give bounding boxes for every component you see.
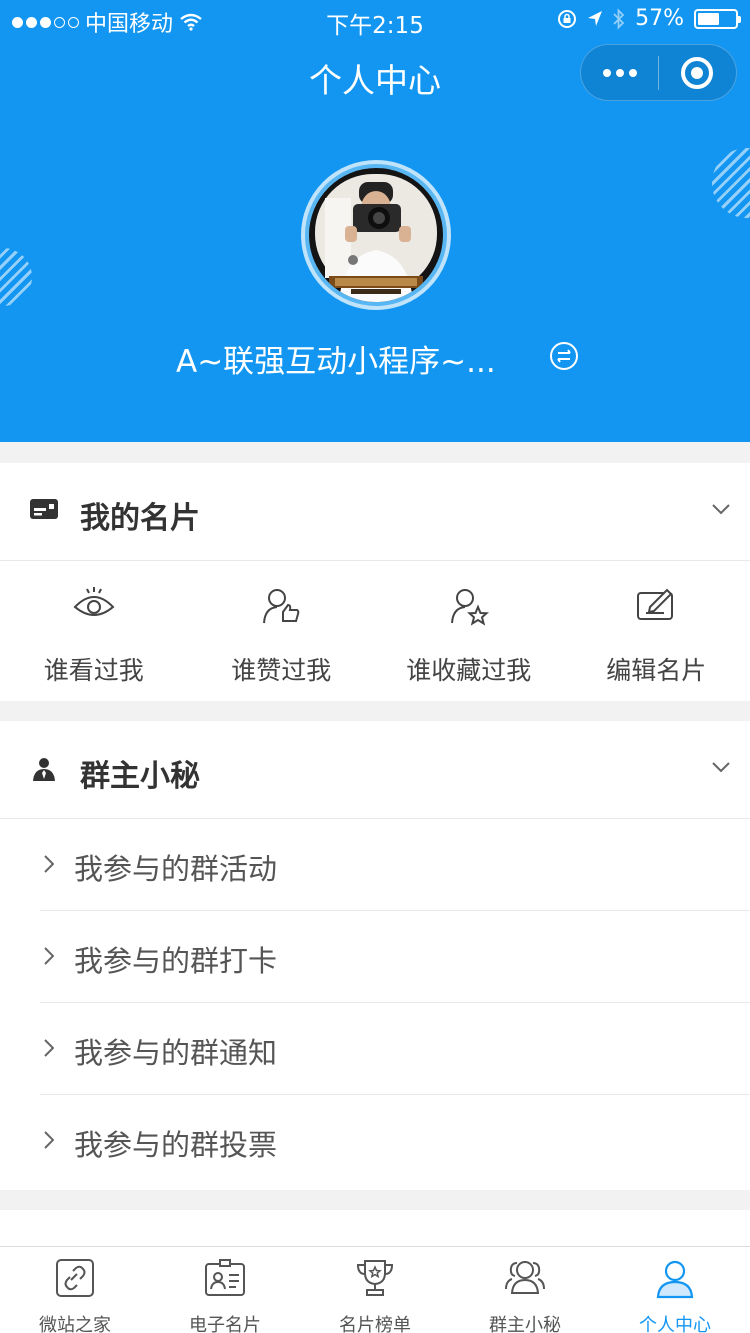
who-liked-me[interactable]: 谁赞过我: [188, 561, 376, 701]
tab-e-card[interactable]: 电子名片: [150, 1247, 300, 1333]
tab-label: 个人中心: [639, 1315, 711, 1333]
chevron-right-icon: [44, 855, 54, 873]
tab-label: 微站之家: [39, 1315, 111, 1333]
group-icon: [505, 1261, 545, 1294]
list-item[interactable]: 我参与的群投票: [0, 1095, 750, 1187]
link-icon: [56, 1259, 94, 1297]
tab-bar: 微站之家 电子名片 名片榜单 群主小秘 个人中心: [0, 1246, 750, 1333]
chevron-right-icon: [44, 947, 54, 965]
tab-label: 电子名片: [189, 1315, 261, 1333]
tab-group-secretary[interactable]: 群主小秘: [450, 1247, 600, 1333]
rotation-lock-icon: [558, 9, 577, 28]
avatar[interactable]: [301, 160, 451, 310]
who-viewed-me-label: 谁看过我: [43, 656, 144, 685]
id-card-icon: [205, 1259, 245, 1296]
person-star-icon: [450, 589, 489, 626]
edit-card-label: 编辑名片: [606, 656, 707, 685]
user-icon: [656, 1260, 694, 1299]
person-thumbs-up-icon: [263, 589, 300, 624]
tab-label: 名片榜单: [339, 1315, 411, 1333]
group-secretary-title: 群主小秘: [80, 759, 200, 794]
edit-card-icon: [637, 588, 674, 620]
who-favorited-me-label: 谁收藏过我: [406, 656, 532, 685]
tab-card-ranking[interactable]: 名片榜单: [300, 1247, 450, 1333]
who-liked-me-label: 谁赞过我: [231, 656, 332, 685]
tab-label: 群主小秘: [489, 1315, 561, 1333]
list-item-label: 我参与的群投票: [74, 1128, 278, 1162]
chevron-right-icon: [44, 1131, 54, 1149]
list-item[interactable]: 我参与的群通知: [0, 1003, 750, 1095]
miniprogram-capsule: [580, 44, 737, 101]
target-icon: [681, 56, 714, 89]
tab-personal-center[interactable]: 个人中心: [600, 1247, 750, 1333]
business-card-icon: [30, 499, 58, 519]
list-item[interactable]: 我参与的群活动: [0, 819, 750, 911]
close-miniprogram-button[interactable]: [659, 45, 736, 100]
status-right: 57%: [557, 6, 741, 31]
who-favorited-me[interactable]: 谁收藏过我: [375, 561, 563, 701]
list-item-label: 我参与的群活动: [74, 852, 278, 886]
my-card-section: 我的名片 谁看过我 谁赞过我 谁收藏过我 编辑名片: [0, 463, 750, 701]
my-card-grid: 谁看过我 谁赞过我 谁收藏过我 编辑名片: [0, 561, 750, 701]
eye-icon: [73, 587, 115, 616]
username: A~联强互动小程序~...: [176, 344, 496, 380]
user-tie-icon: [33, 758, 55, 781]
list-item-label: 我参与的群通知: [74, 1036, 278, 1070]
chevron-down-icon: [712, 762, 730, 773]
bluetooth-icon: [613, 7, 625, 30]
next-section-partial: [0, 1210, 750, 1250]
who-viewed-me[interactable]: 谁看过我: [0, 561, 188, 701]
battery-icon: [694, 8, 741, 29]
profile-header: 中国移动 下午2:15 57% 个人中心 A~联强互动小程序~...: [0, 0, 750, 442]
switch-account-icon[interactable]: [548, 340, 580, 372]
tab-micro-site-home[interactable]: 微站之家: [0, 1247, 150, 1333]
my-card-title: 我的名片: [80, 501, 200, 536]
group-secretary-header[interactable]: 群主小秘: [0, 721, 750, 819]
location-icon: [588, 10, 603, 26]
my-card-header[interactable]: 我的名片: [0, 463, 750, 561]
chevron-down-icon: [712, 504, 730, 515]
battery-percent: 57%: [635, 6, 684, 31]
edit-card[interactable]: 编辑名片: [563, 561, 750, 701]
chevron-right-icon: [44, 1039, 54, 1057]
avatar-photo: [309, 168, 443, 302]
status-bar: 中国移动 下午2:15 57%: [0, 0, 750, 40]
group-secretary-section: 群主小秘 我参与的群活动 我参与的群打卡 我参与的群通知 我参与的群投票: [0, 721, 750, 1190]
decor-circle-left: [0, 248, 32, 306]
battery-fill: [698, 12, 719, 25]
list-item[interactable]: 我参与的群打卡: [0, 911, 750, 1003]
trophy-icon: [356, 1260, 394, 1296]
more-menu-button[interactable]: [581, 45, 658, 100]
decor-circle-right: [712, 148, 750, 218]
list-item-label: 我参与的群打卡: [74, 944, 278, 978]
